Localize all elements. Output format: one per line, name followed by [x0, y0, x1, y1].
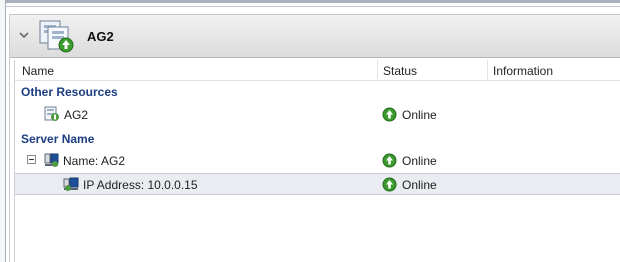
list-item[interactable]: AG2 Online	[15, 104, 620, 126]
column-header-name[interactable]: Name	[22, 64, 54, 78]
collapse-tree-icon[interactable]	[27, 155, 36, 164]
resource-icon	[44, 106, 59, 121]
cluster-role-icon	[39, 20, 74, 53]
list-item-selected[interactable]: IP Address: 10.0.0.15 Online	[15, 173, 620, 195]
column-divider[interactable]	[487, 60, 488, 80]
status-text: Online	[402, 154, 437, 168]
ip-address-icon	[63, 177, 79, 191]
network-name-icon	[44, 153, 59, 167]
list-item[interactable]: Name: AG2 Online	[15, 150, 620, 172]
chevron-down-icon[interactable]	[18, 29, 30, 41]
group-label-other-resources: Other Resources	[21, 85, 118, 99]
left-pane-edge	[0, 0, 6, 262]
group-label-server-name: Server Name	[21, 132, 95, 146]
online-arrow-icon	[382, 107, 397, 122]
resource-name: Name: AG2	[63, 154, 126, 168]
online-arrow-icon	[382, 153, 397, 168]
resource-list: Name Status Information Other Resources …	[14, 60, 620, 262]
column-header-status[interactable]: Status	[383, 64, 417, 78]
resource-name: IP Address: 10.0.0.15	[83, 178, 198, 192]
header-title: AG2	[87, 29, 114, 44]
window-top-border	[0, 0, 620, 3]
online-arrow-icon	[382, 177, 397, 192]
summary-header: AG2	[10, 14, 620, 58]
column-header-row: Name Status Information	[15, 60, 620, 81]
resource-name: AG2	[64, 108, 89, 122]
status-text: Online	[402, 108, 437, 122]
column-divider[interactable]	[377, 60, 378, 80]
status-text: Online	[402, 178, 437, 192]
window-top-border-inner	[0, 6, 620, 7]
column-header-information[interactable]: Information	[493, 64, 553, 78]
